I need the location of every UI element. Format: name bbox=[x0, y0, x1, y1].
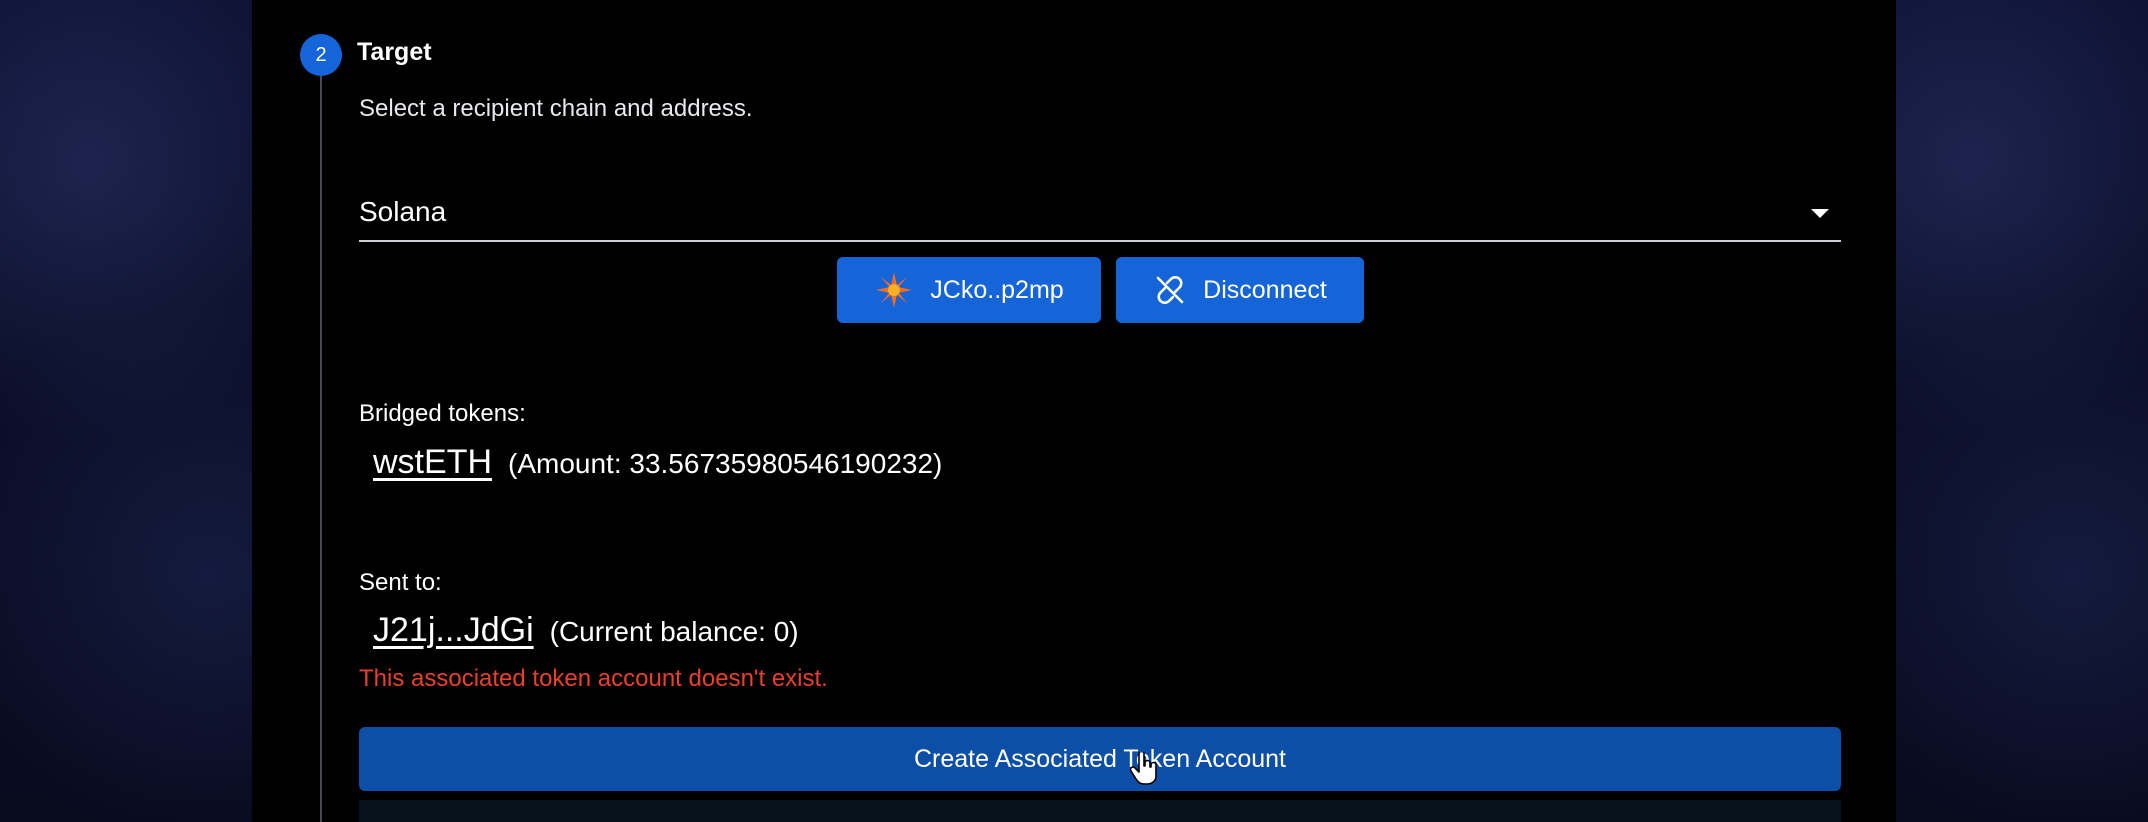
wallet-logo-icon bbox=[874, 270, 914, 310]
step-description: Select a recipient chain and address. bbox=[359, 95, 753, 122]
recipient-chain-select[interactable]: Solana bbox=[359, 190, 1841, 242]
disconnect-button[interactable]: Disconnect bbox=[1116, 257, 1364, 323]
step-title: Target bbox=[357, 38, 432, 66]
bridged-tokens-heading: Bridged tokens: bbox=[359, 400, 526, 427]
wallet-address-label: JCko..p2mp bbox=[930, 275, 1064, 304]
chain-select-value: Solana bbox=[359, 196, 447, 227]
recipient-row: J21j...JdGi (Current balance: 0) bbox=[373, 611, 799, 650]
recipient-address-link[interactable]: J21j...JdGi bbox=[373, 611, 534, 650]
unlink-icon bbox=[1153, 273, 1187, 307]
recipient-balance: (Current balance: 0) bbox=[549, 616, 799, 647]
wallet-address-button[interactable]: JCko..p2mp bbox=[837, 257, 1101, 323]
token-link[interactable]: wstETH bbox=[373, 443, 492, 482]
caret-down-icon bbox=[1811, 209, 1829, 218]
sent-to-heading: Sent to: bbox=[359, 569, 442, 596]
token-amount: (Amount: 33.56735980546190232) bbox=[508, 448, 943, 479]
bridged-token-row: wstETH (Amount: 33.56735980546190232) bbox=[373, 443, 942, 482]
step-connector-line bbox=[320, 76, 322, 822]
error-message: This associated token account doesn't ex… bbox=[359, 665, 828, 692]
background-right bbox=[1896, 0, 2148, 822]
disconnect-label: Disconnect bbox=[1203, 275, 1327, 304]
next-section-edge bbox=[359, 800, 1841, 822]
create-button-label: Create Associated Token Account bbox=[914, 744, 1286, 773]
pointer-hand-icon bbox=[1129, 750, 1158, 791]
create-associated-token-account-button[interactable]: Create Associated Token Account bbox=[359, 727, 1841, 791]
step-number-badge: 2 bbox=[300, 34, 342, 76]
